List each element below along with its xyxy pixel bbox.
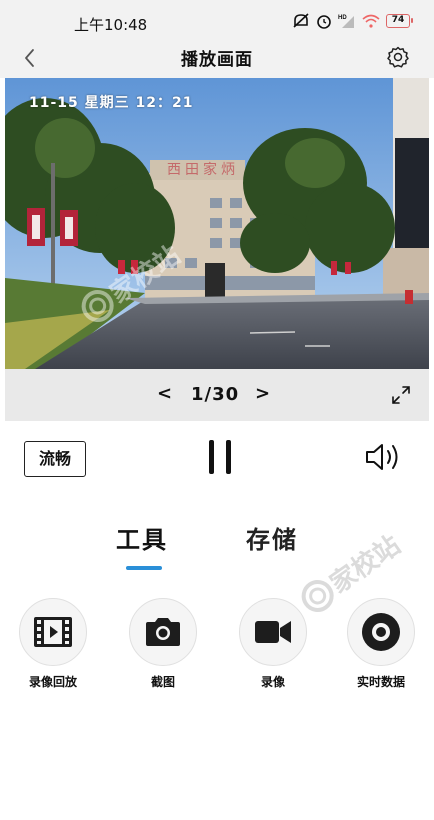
quality-button[interactable]: 流畅 bbox=[24, 441, 86, 477]
record-dot-icon bbox=[362, 613, 400, 651]
svg-text:HD: HD bbox=[338, 15, 347, 21]
pager-bar: < 1/30 > bbox=[5, 369, 429, 421]
page-title: 播放画面 bbox=[181, 50, 253, 70]
status-icons: HD 74 bbox=[292, 13, 413, 29]
alarm-icon bbox=[317, 15, 331, 29]
fullscreen-icon[interactable] bbox=[391, 385, 411, 405]
tool-playback-label: 录像回放 bbox=[28, 675, 77, 689]
campus-scene-image: 西田家炳 bbox=[5, 78, 429, 369]
status-bar: 上午10:48 HD 74 bbox=[0, 0, 434, 44]
tab-bar: 工具 存储 bbox=[0, 520, 434, 580]
wifi-icon bbox=[362, 14, 380, 28]
next-button[interactable]: > bbox=[255, 383, 270, 404]
previous-button[interactable]: < bbox=[157, 383, 172, 404]
video-camera-icon bbox=[255, 621, 291, 643]
signal-hd-icon: HD bbox=[338, 15, 354, 28]
active-tab-indicator bbox=[126, 566, 162, 570]
volume-icon[interactable] bbox=[364, 440, 404, 474]
tool-grid: 录像回放 截图 录像 实时数据 bbox=[0, 598, 434, 698]
tool-record-button[interactable] bbox=[239, 598, 307, 666]
tool-screenshot-button[interactable] bbox=[129, 598, 197, 666]
video-timestamp: 11-15 星期三 12：21 bbox=[29, 95, 194, 111]
video-player[interactable]: 西田家炳 11-15 星期三 12：21 bbox=[5, 78, 429, 369]
battery-icon: 74 bbox=[386, 14, 413, 28]
tool-live-data-label: 实时数据 bbox=[356, 675, 405, 689]
tool-playback[interactable]: 录像回放 bbox=[8, 598, 98, 690]
building-sign: 西田家炳 bbox=[167, 161, 239, 178]
tab-tools[interactable]: 工具 bbox=[116, 520, 168, 555]
tool-record[interactable]: 录像 bbox=[228, 598, 318, 690]
nav-bar: 播放画面 bbox=[0, 44, 434, 78]
camera-icon bbox=[146, 618, 180, 646]
tool-live-data[interactable]: 实时数据 bbox=[336, 598, 426, 690]
tool-playback-button[interactable] bbox=[19, 598, 87, 666]
tool-screenshot[interactable]: 截图 bbox=[118, 598, 208, 690]
playback-controls: 流畅 bbox=[0, 421, 434, 495]
tool-live-data-button[interactable] bbox=[347, 598, 415, 666]
tool-screenshot-label: 截图 bbox=[150, 675, 175, 689]
tab-storage[interactable]: 存储 bbox=[246, 520, 298, 555]
pause-icon[interactable] bbox=[207, 440, 233, 474]
mute-icon bbox=[293, 13, 309, 28]
status-time: 上午10:48 bbox=[74, 16, 148, 34]
tool-record-label: 录像 bbox=[260, 675, 285, 689]
film-icon bbox=[34, 617, 72, 647]
gear-icon[interactable] bbox=[386, 45, 410, 69]
page-indicator: 1/30 bbox=[191, 384, 240, 405]
